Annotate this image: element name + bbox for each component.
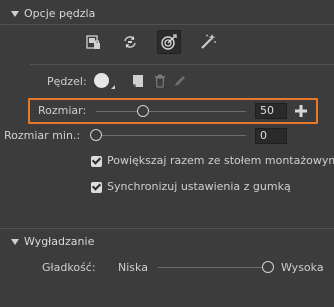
brush-mode-button-image[interactable] (82, 31, 104, 53)
increase-size-button[interactable] (294, 104, 308, 118)
magic-wand-icon (201, 34, 216, 49)
slider-track (96, 111, 246, 112)
smoothness-label: Gładkość: (42, 261, 96, 274)
trash-icon (155, 74, 165, 88)
brush-shape-picker[interactable] (94, 73, 118, 89)
brush-options-header[interactable]: Opcje pędzla (0, 2, 334, 26)
divider (0, 228, 334, 229)
slider-thumb[interactable] (90, 129, 102, 141)
collapse-arrow-icon[interactable] (11, 11, 19, 17)
pencil-icon (175, 76, 185, 86)
slider-track (158, 267, 274, 268)
min-size-label: Rozmiar min.: (4, 129, 81, 142)
new-brush-button[interactable] (131, 74, 145, 88)
slider-thumb[interactable] (137, 105, 149, 117)
image-lock-icon (86, 35, 100, 49)
new-brush-icon (133, 75, 143, 87)
edit-brush-button[interactable] (173, 74, 187, 88)
smoothness-low-label: Niska (118, 261, 148, 274)
round-brush-icon (94, 73, 109, 88)
brush-mode-button-wand[interactable] (197, 31, 219, 53)
smoothness-high-label: Wysoka (281, 261, 324, 274)
size-slider[interactable] (96, 104, 246, 118)
slider-thumb[interactable] (262, 261, 274, 273)
brush-mode-button-rotate[interactable] (119, 31, 141, 53)
target-brush-icon (161, 34, 177, 50)
rotate-brush-icon (124, 36, 136, 48)
smoothing-title: Wygładzanie (24, 235, 95, 248)
size-label: Rozmiar: (38, 104, 87, 117)
dropdown-corner-icon (111, 85, 115, 89)
smoothness-slider[interactable] (158, 260, 274, 274)
plus-icon (295, 105, 307, 117)
divider (30, 64, 334, 65)
divider (0, 24, 334, 25)
scale-with-stage-label: Powiększaj razem ze stołem montażowym (107, 154, 334, 167)
brush-options-title: Opcje pędzla (24, 7, 96, 20)
size-input[interactable]: 50 (255, 103, 287, 119)
min-size-input[interactable]: 0 (255, 128, 287, 144)
sync-eraser-checkbox[interactable] (91, 182, 102, 193)
smoothing-header[interactable]: Wygładzanie (0, 230, 334, 254)
brush-label: Pędzel: (47, 75, 87, 88)
min-size-slider[interactable] (90, 128, 246, 142)
sync-eraser-label: Synchronizuj ustawienia z gumką (107, 180, 291, 193)
collapse-arrow-icon[interactable] (11, 239, 19, 245)
scale-with-stage-checkbox[interactable] (91, 156, 102, 167)
brush-mode-button-target[interactable] (157, 30, 181, 54)
delete-brush-button[interactable] (153, 74, 167, 88)
slider-track (90, 135, 246, 136)
